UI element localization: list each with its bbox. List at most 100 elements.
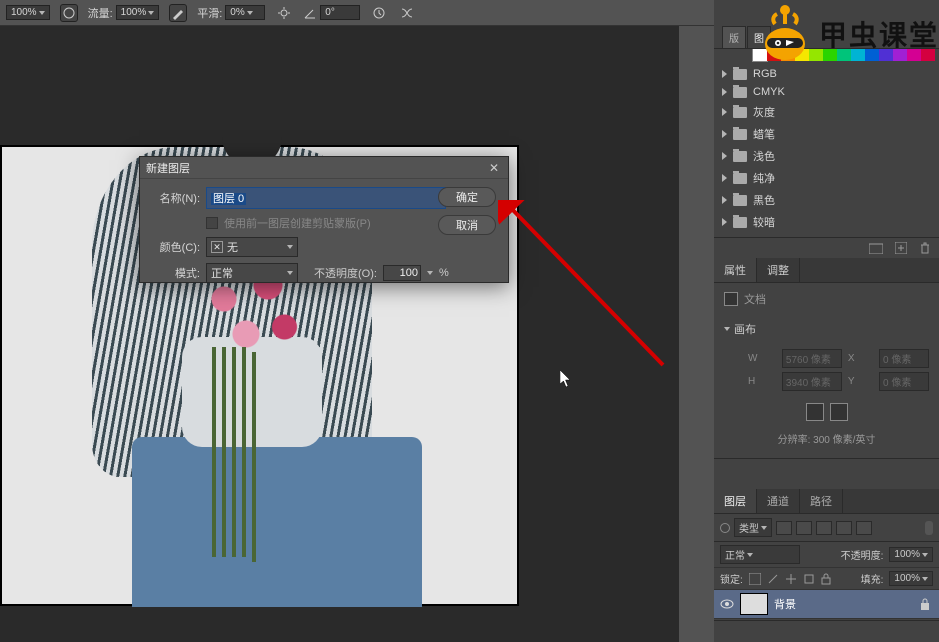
landscape-orient-icon[interactable] [830,403,848,421]
layer-list: 背景 [714,590,939,620]
right-panel-dock: 版 图 RGB CMYK 灰度 蜡笔 浅色 纯净 黑色 较暗 属性 调整 [714,0,939,642]
clip-mask-checkbox[interactable] [206,217,218,229]
fill-label: 填充: [861,571,884,586]
layers-tab[interactable]: 图层 [714,489,757,513]
flow-label: 流量: [88,5,113,21]
w-label: W [748,353,776,364]
filter-adjust-icon[interactable] [796,521,812,535]
new-layer-dialog: 新建图层 ✕ 名称(N): 图层 0 使用前一图层创建剪贴蒙版(P) 颜色(C)… [139,156,509,283]
height-input[interactable]: 3940 像素 [782,372,842,391]
lock-all-icon[interactable] [821,573,831,585]
swatch-folder-list: RGB CMYK 灰度 蜡笔 浅色 纯净 黑色 较暗 [714,61,939,238]
properties-panel: 文档 画布 W 5760 像素 X 0 像素 H 3940 像素 Y 0 像素 … [714,283,939,459]
folder-icon [733,151,747,162]
channels-tab[interactable]: 通道 [757,489,800,513]
swatch-folder[interactable]: 浅色 [722,145,931,167]
resolution-text: 分辨率: 300 像素/英寸 [724,427,929,450]
filter-toggle[interactable] [925,521,933,535]
swatch-folder[interactable]: RGB [722,65,931,83]
canvas-section-label[interactable]: 画布 [734,321,756,337]
visibility-eye-icon[interactable] [720,597,734,611]
y-input[interactable]: 0 像素 [879,372,929,391]
folder-icon [733,217,747,228]
adjustments-tab[interactable]: 调整 [757,258,800,282]
mouse-cursor [560,370,572,388]
layers-panel-footer [714,620,939,642]
smooth-label: 平滑: [197,5,222,21]
folder-icon [733,195,747,206]
layer-name-input[interactable]: 图层 0 [206,187,446,209]
ok-button[interactable]: 确定 [438,187,496,207]
name-label: 名称(N): [148,190,200,206]
airbrush-toggle-icon[interactable] [169,4,187,22]
y-label: Y [848,376,873,387]
brush-size-icon[interactable] [60,4,78,22]
layer-filter-row: 类型 [714,514,939,542]
lock-trans-icon[interactable] [749,573,761,585]
document-icon [724,292,738,306]
layer-blend-select[interactable]: 正常 [720,545,800,564]
blend-mode-select[interactable]: 正常 [206,263,298,283]
folder-icon [733,87,747,98]
layer-item-background[interactable]: 背景 [714,590,939,619]
symmetry-icon[interactable] [398,4,416,22]
lock-artboard-icon[interactable] [803,573,815,585]
zoom-value: 100% [11,7,37,18]
new-swatch-icon[interactable] [895,242,907,254]
portrait-orient-icon[interactable] [806,403,824,421]
layer-kind-select[interactable]: 类型 [734,518,772,537]
angle-value-drop[interactable]: 0° [320,5,360,20]
swatch-folder[interactable]: CMYK [722,83,931,101]
cancel-button[interactable]: 取消 [438,215,496,235]
zoom-control[interactable]: 100% [6,5,50,20]
properties-tab[interactable]: 属性 [714,258,757,282]
lock-move-icon[interactable] [785,573,797,585]
flow-value-drop[interactable]: 100% [116,5,160,20]
document-label: 文档 [744,291,766,307]
paths-tab[interactable]: 路径 [800,489,843,513]
x-label: X [848,353,873,364]
settings-gear-icon[interactable] [275,4,293,22]
percent-label: % [439,267,449,279]
layer-fill-input[interactable]: 100% [889,571,933,586]
lock-icon[interactable] [919,597,933,611]
lock-paint-icon[interactable] [767,573,779,585]
panel-tab-1[interactable]: 版 [722,26,746,48]
opacity-input[interactable]: 100 [383,265,421,281]
smooth-value-drop[interactable]: 0% [225,5,265,20]
swatch-folder[interactable]: 蜡笔 [722,123,931,145]
search-icon[interactable] [720,523,730,533]
folder-icon [733,129,747,140]
swatch-bottom-icons [714,238,939,258]
swatch-folder[interactable]: 黑色 [722,189,931,211]
swatch-folder[interactable]: 较暗 [722,211,931,233]
opacity-label: 不透明度(O): [314,265,377,281]
folder-icon [733,173,747,184]
layer-opacity-input[interactable]: 100% [889,547,933,562]
x-input[interactable]: 0 像素 [879,349,929,368]
filter-type-icon[interactable] [816,521,832,535]
watermark-logo-icon [753,2,817,66]
clip-mask-label: 使用前一图层创建剪贴蒙版(P) [224,215,371,231]
layer-thumbnail[interactable] [740,593,768,615]
close-icon[interactable]: ✕ [486,160,502,176]
color-label: 颜色(C): [148,239,200,255]
watermark: 甲虫课堂 [753,2,939,66]
folder-icon[interactable] [869,242,883,254]
document-canvas-area[interactable] [0,26,679,642]
color-select[interactable]: ✕无 [206,237,298,257]
layer-name[interactable]: 背景 [774,596,796,612]
swatch-folder[interactable]: 纯净 [722,167,931,189]
filter-shape-icon[interactable] [836,521,852,535]
dialog-title: 新建图层 [146,160,190,176]
h-label: H [748,376,776,387]
trash-icon[interactable] [919,242,931,254]
watermark-text: 甲虫课堂 [819,14,939,54]
width-input[interactable]: 5760 像素 [782,349,842,368]
swatch-folder[interactable]: 灰度 [722,101,931,123]
mode-label: 模式: [148,265,200,281]
filter-pixel-icon[interactable] [776,521,792,535]
filter-smart-icon[interactable] [856,521,872,535]
lock-label: 锁定: [720,571,743,586]
pressure-opacity-icon[interactable] [370,4,388,22]
